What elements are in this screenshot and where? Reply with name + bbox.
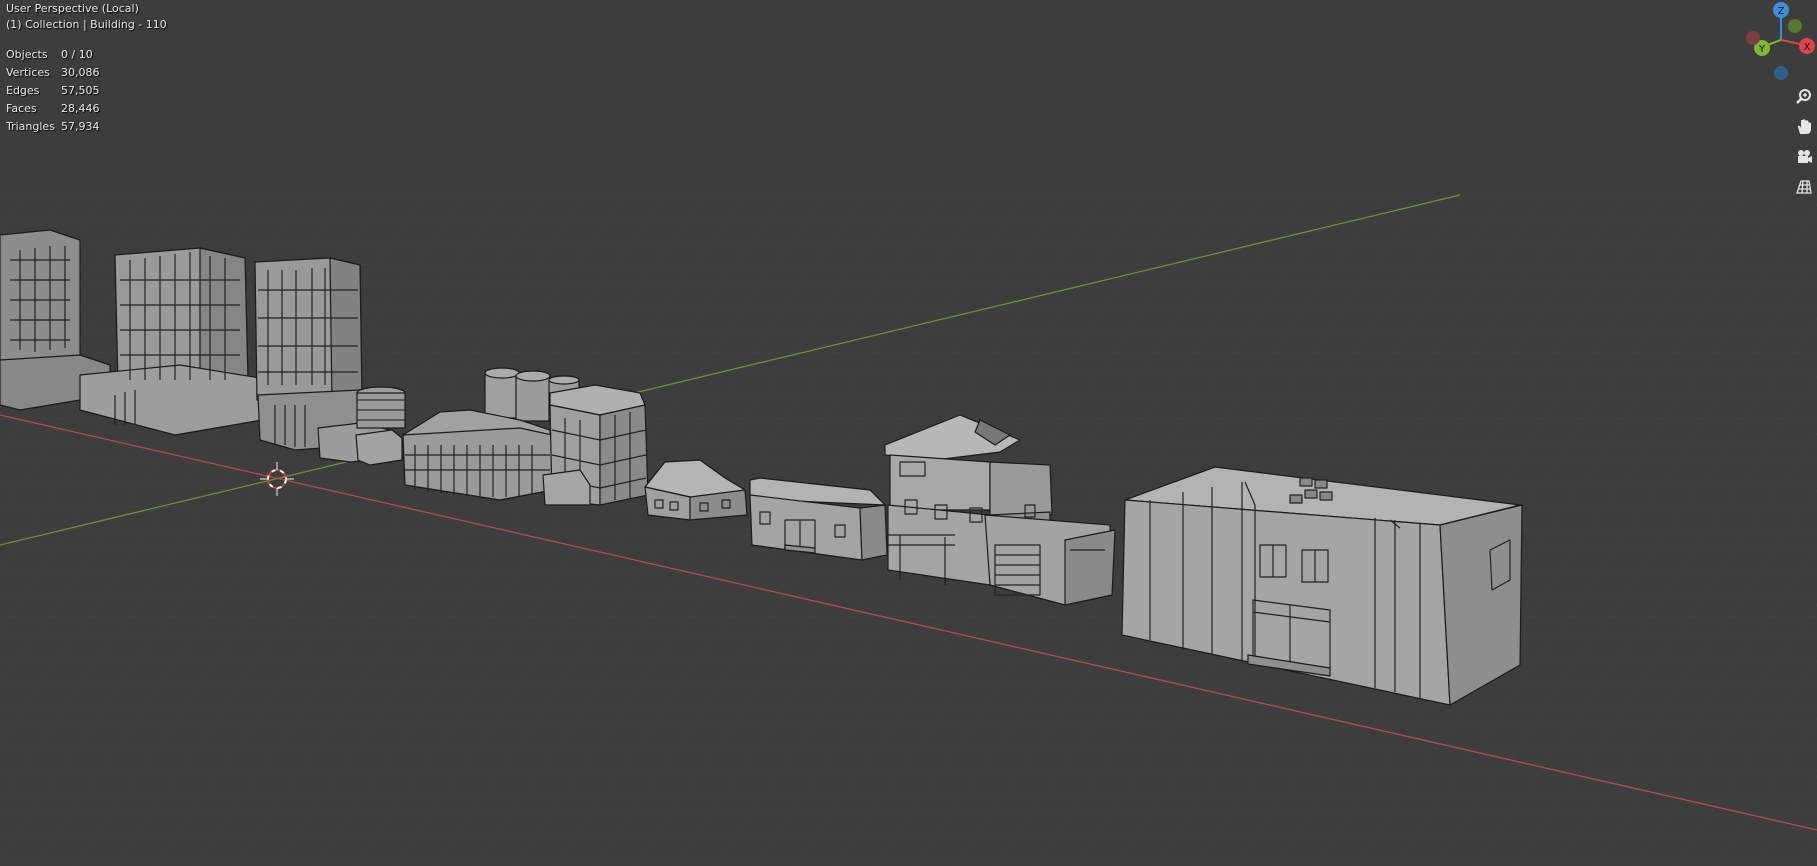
stat-row-vertices: Vertices 30,086: [6, 64, 100, 82]
building-mesh-8[interactable]: [749, 477, 888, 561]
hand-pan-icon[interactable]: [1791, 114, 1817, 140]
grid-ortho-icon[interactable]: [1791, 174, 1817, 200]
gizmo-neg-x: [1746, 31, 1760, 45]
scene-statistics: Objects 0 / 10 Vertices 30,086 Edges 57,…: [6, 46, 100, 136]
stat-label: Objects: [6, 48, 48, 61]
gizmo-x-label: X: [1804, 42, 1811, 53]
stat-value: 57,505: [61, 84, 100, 97]
stat-value: 30,086: [61, 66, 100, 79]
gizmo-neg-z: [1774, 66, 1788, 80]
stat-row-objects: Objects 0 / 10: [6, 46, 100, 64]
gizmo-neg-y: [1788, 19, 1802, 33]
stat-label: Triangles: [6, 120, 55, 133]
stat-label: Vertices: [6, 66, 50, 79]
building-mesh-3[interactable]: [254, 257, 363, 451]
3d-viewport[interactable]: Z X Y: [0, 0, 1817, 866]
stat-row-triangles: Triangles 57,934: [6, 118, 100, 136]
building-mesh-6[interactable]: [542, 384, 649, 506]
stat-label: Faces: [6, 102, 37, 115]
stat-value: 57,934: [61, 120, 100, 133]
collection-label: (1) Collection | Building - 110: [6, 18, 167, 31]
stat-row-edges: Edges 57,505: [6, 82, 100, 100]
stat-value: 28,446: [61, 102, 100, 115]
camera-view-icon[interactable]: [1791, 144, 1817, 170]
gizmo-z-label: Z: [1778, 6, 1785, 17]
stat-label: Edges: [6, 84, 40, 97]
stat-row-faces: Faces 28,446: [6, 100, 100, 118]
stat-value: 0 / 10: [61, 48, 93, 61]
gizmo-y-label: Y: [1758, 44, 1766, 55]
zoom-icon[interactable]: [1791, 84, 1817, 110]
